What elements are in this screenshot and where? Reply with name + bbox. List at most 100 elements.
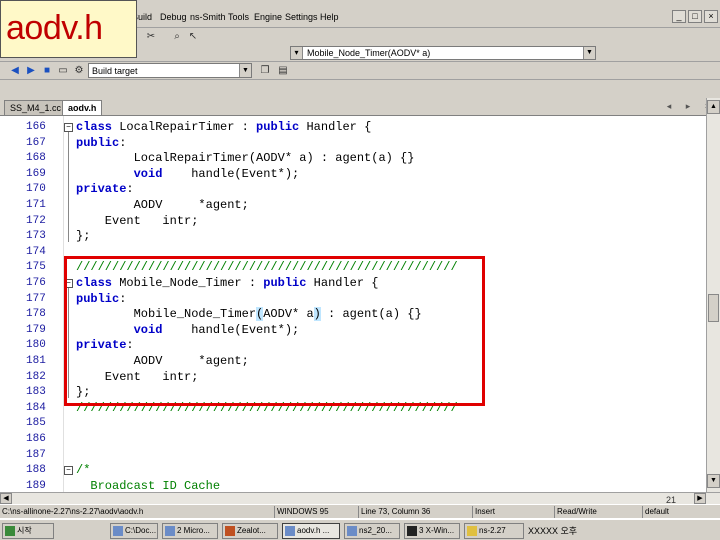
code-line[interactable]: 167 public: [0, 136, 706, 152]
menu-settings[interactable]: Settings [285, 12, 318, 22]
line-number: 181 [26, 355, 46, 367]
fold-toggle-icon[interactable]: − [64, 123, 73, 132]
line-number: 186 [26, 433, 46, 445]
code-text: void handle(Event*); [133, 166, 300, 181]
code-line[interactable]: 168 LocalRepairTimer(AODV* a) : agent(a)… [0, 151, 706, 167]
paste-icon[interactable]: ▤ [276, 64, 290, 78]
code-line[interactable]: 188 −/* [0, 463, 706, 479]
settings-icon[interactable]: ⚙ [72, 64, 86, 78]
chevron-down-icon[interactable]: ▼ [583, 47, 595, 59]
task-explorer[interactable]: C:\Doc... [110, 523, 158, 539]
code-text: }; [76, 229, 91, 244]
scroll-right-icon[interactable]: ▶ [694, 493, 706, 504]
start-button[interactable]: 시작 [2, 523, 54, 539]
line-number: 184 [26, 401, 46, 414]
task-label: aodv.h ... [297, 526, 330, 535]
code-text: AODV *agent; [76, 198, 249, 212]
highlight-annotation-box [64, 256, 485, 406]
code-line[interactable]: 185 [0, 416, 706, 432]
code-line[interactable]: 169 void handle(Event*); [0, 167, 706, 183]
code-text: private: [76, 182, 134, 197]
code-line[interactable]: 172 Event intr; [0, 214, 706, 230]
code-line[interactable]: 166 − class LocalRepairTimer : public Hand… [0, 120, 706, 136]
line-number: 180 [26, 339, 46, 352]
tab-ss-m4[interactable]: SS_M4_1.cc [4, 100, 68, 115]
title-overlay: aodv.h [0, 0, 137, 58]
minimize-button[interactable]: _ [672, 10, 686, 23]
vertical-scrollbar[interactable]: ▲ ▼ [706, 98, 720, 492]
line-number: 185 [26, 417, 46, 430]
line-number: 166 [26, 121, 46, 133]
folder-icon [467, 526, 477, 536]
scroll-thumb[interactable] [708, 294, 719, 322]
windows-logo-icon [5, 526, 15, 536]
tab-aodv-h[interactable]: aodv.h [62, 100, 103, 115]
status-bar: C:\ns-allinone-2.27\ns-2.27\aodv\aodv.h … [0, 504, 720, 518]
task-label: 3 X-Win... [419, 526, 455, 535]
code-text: Event intr; [76, 213, 199, 228]
line-number: 174 [26, 245, 46, 258]
build-target-combo[interactable]: Build target ▼ [88, 63, 252, 78]
window-icon[interactable]: ▭ [56, 64, 70, 78]
title-overlay-text: aodv.h [6, 9, 103, 47]
line-number: 188 [26, 464, 46, 477]
scroll-down-icon[interactable]: ▼ [707, 474, 720, 488]
build-target-value: Build target [92, 66, 138, 76]
cut-icon[interactable]: ✂ [144, 30, 158, 44]
code-line[interactable]: 170 private: [0, 182, 706, 198]
task-zealot[interactable]: Zealot... [222, 523, 278, 539]
line-number: 171 [26, 199, 46, 211]
task-ns-folder[interactable]: ns-2.27 [464, 523, 524, 539]
task-label: Zealot... [237, 526, 266, 535]
task-aodv-h[interactable]: aodv.h ... [282, 523, 340, 539]
line-number: 178 [26, 308, 46, 321]
x-icon [407, 526, 417, 536]
status-insert-mode: Insert [472, 506, 552, 518]
scroll-up-icon[interactable]: ▲ [707, 100, 720, 114]
menu-help[interactable]: Help [320, 12, 339, 22]
line-number: 183 [26, 386, 46, 399]
status-position: Line 73, Column 36 [358, 506, 470, 518]
app-icon [225, 526, 235, 536]
chevron-down-icon[interactable]: ▼ [239, 64, 251, 77]
document-icon [165, 526, 175, 536]
menu-ns-smith[interactable]: ns-Smith [190, 12, 226, 22]
line-number: 169 [26, 167, 46, 180]
run-icon[interactable]: ▶ [24, 64, 38, 78]
menu-engine[interactable]: Engine [254, 12, 282, 22]
code-line[interactable]: 186 [0, 432, 706, 448]
horizontal-scrollbar[interactable]: ◀ ▶ [0, 492, 720, 504]
line-number: 177 [26, 292, 46, 305]
task-label: 시작 [17, 526, 32, 535]
folder-icon [113, 526, 123, 536]
menu-debug[interactable]: Debug [160, 12, 187, 22]
taskbar: 시작 C:\Doc... 2 Micro... Zealot... aodv.h… [0, 518, 720, 540]
fold-toggle-icon[interactable]: − [64, 466, 73, 476]
code-line[interactable]: 171 AODV *agent; [0, 198, 706, 214]
menu-tools[interactable]: Tools [228, 12, 249, 22]
tab-bar: SS_M4_1.cc aodv.h ◂ ▸ × [0, 98, 720, 116]
find-icon[interactable]: ⌕ [170, 30, 184, 44]
scroll-left-icon[interactable]: ◀ [0, 493, 12, 504]
copy-icon[interactable]: ❐ [258, 64, 272, 78]
code-line[interactable]: 187 [0, 448, 706, 464]
task-xwin[interactable]: 3 X-Win... [404, 523, 460, 539]
function-combo[interactable]: ▾ Mobile_Node_Timer(AODV* a) ▼ [290, 46, 596, 60]
task-label: ns-2.27 [479, 526, 506, 535]
line-number: 172 [26, 214, 46, 227]
window-controls: _ □ × [672, 10, 718, 23]
status-readwrite: Read/Write [554, 506, 640, 518]
pointer-icon[interactable]: ↖ [186, 30, 200, 44]
task-label: C:\Doc... [125, 526, 157, 535]
close-button[interactable]: × [704, 10, 718, 23]
back-icon[interactable]: ◀ [8, 64, 22, 78]
maximize-button[interactable]: □ [688, 10, 702, 23]
editor-icon [285, 526, 295, 536]
task-ns2[interactable]: ns2_20... [344, 523, 400, 539]
line-number: 168 [26, 152, 46, 165]
stop-icon[interactable]: ■ [40, 64, 54, 78]
task-microsoft[interactable]: 2 Micro... [162, 523, 218, 539]
function-combo-value: Mobile_Node_Timer(AODV* a) [307, 48, 431, 58]
code-line[interactable]: 173}; [0, 229, 706, 245]
function-list-icon[interactable]: ▾ [291, 47, 303, 59]
